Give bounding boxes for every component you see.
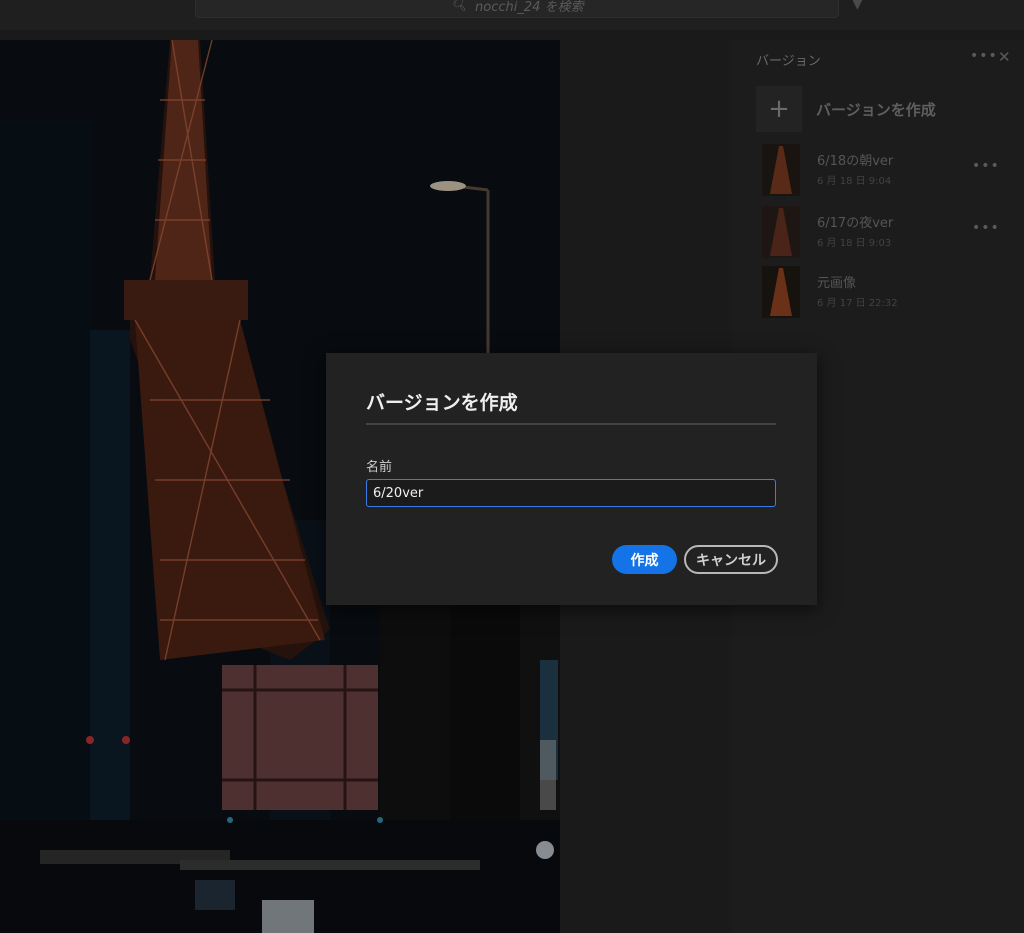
dialog-title: バージョンを作成	[366, 392, 518, 414]
version-thumbnail	[762, 206, 800, 258]
version-name-input[interactable]	[366, 479, 776, 507]
version-date: 6 月 18 日 9:03	[817, 238, 892, 249]
search-bar[interactable]: 🔍︎ nocchi_24 を検索	[195, 0, 839, 18]
version-date: 6 月 18 日 9:04	[817, 176, 892, 187]
version-thumbnail	[762, 266, 800, 318]
search-placeholder: nocchi_24 を検索	[475, 0, 584, 15]
version-thumbnail	[762, 144, 800, 196]
search-icon: 🔍︎	[450, 0, 467, 13]
version-more-icon[interactable]: •••	[972, 158, 1000, 174]
dialog-divider	[366, 423, 776, 425]
cancel-button[interactable]: キャンセル	[684, 545, 778, 574]
panel-title: バージョン	[756, 54, 821, 69]
version-name: 元画像	[817, 276, 857, 291]
version-item[interactable]: 6/18の朝ver 6 月 18 日 9:04 •••	[762, 144, 1012, 200]
version-more-icon[interactable]: •••	[972, 220, 1000, 236]
create-version-label: バージョンを作成	[816, 100, 936, 119]
version-date: 6 月 17 日 22:32	[817, 298, 898, 309]
panel-more-icon[interactable]: •••	[970, 48, 998, 64]
top-bar: 🔍︎ nocchi_24 を検索 ▼	[0, 0, 1024, 30]
create-version-dialog: バージョンを作成 名前 作成 キャンセル	[326, 353, 817, 605]
version-item[interactable]: 6/17の夜ver 6 月 18 日 9:03 •••	[762, 206, 1012, 262]
close-icon[interactable]: ✕	[998, 48, 1011, 66]
filter-icon[interactable]: ▼	[852, 0, 863, 12]
name-label: 名前	[366, 460, 393, 475]
create-version-row[interactable]: + バージョンを作成	[756, 86, 936, 132]
version-item[interactable]: 元画像 6 月 17 日 22:32	[762, 266, 1012, 322]
create-button[interactable]: 作成	[612, 545, 677, 574]
version-name: 6/18の朝ver	[817, 154, 894, 169]
version-name: 6/17の夜ver	[817, 216, 894, 231]
plus-icon[interactable]: +	[756, 86, 802, 132]
